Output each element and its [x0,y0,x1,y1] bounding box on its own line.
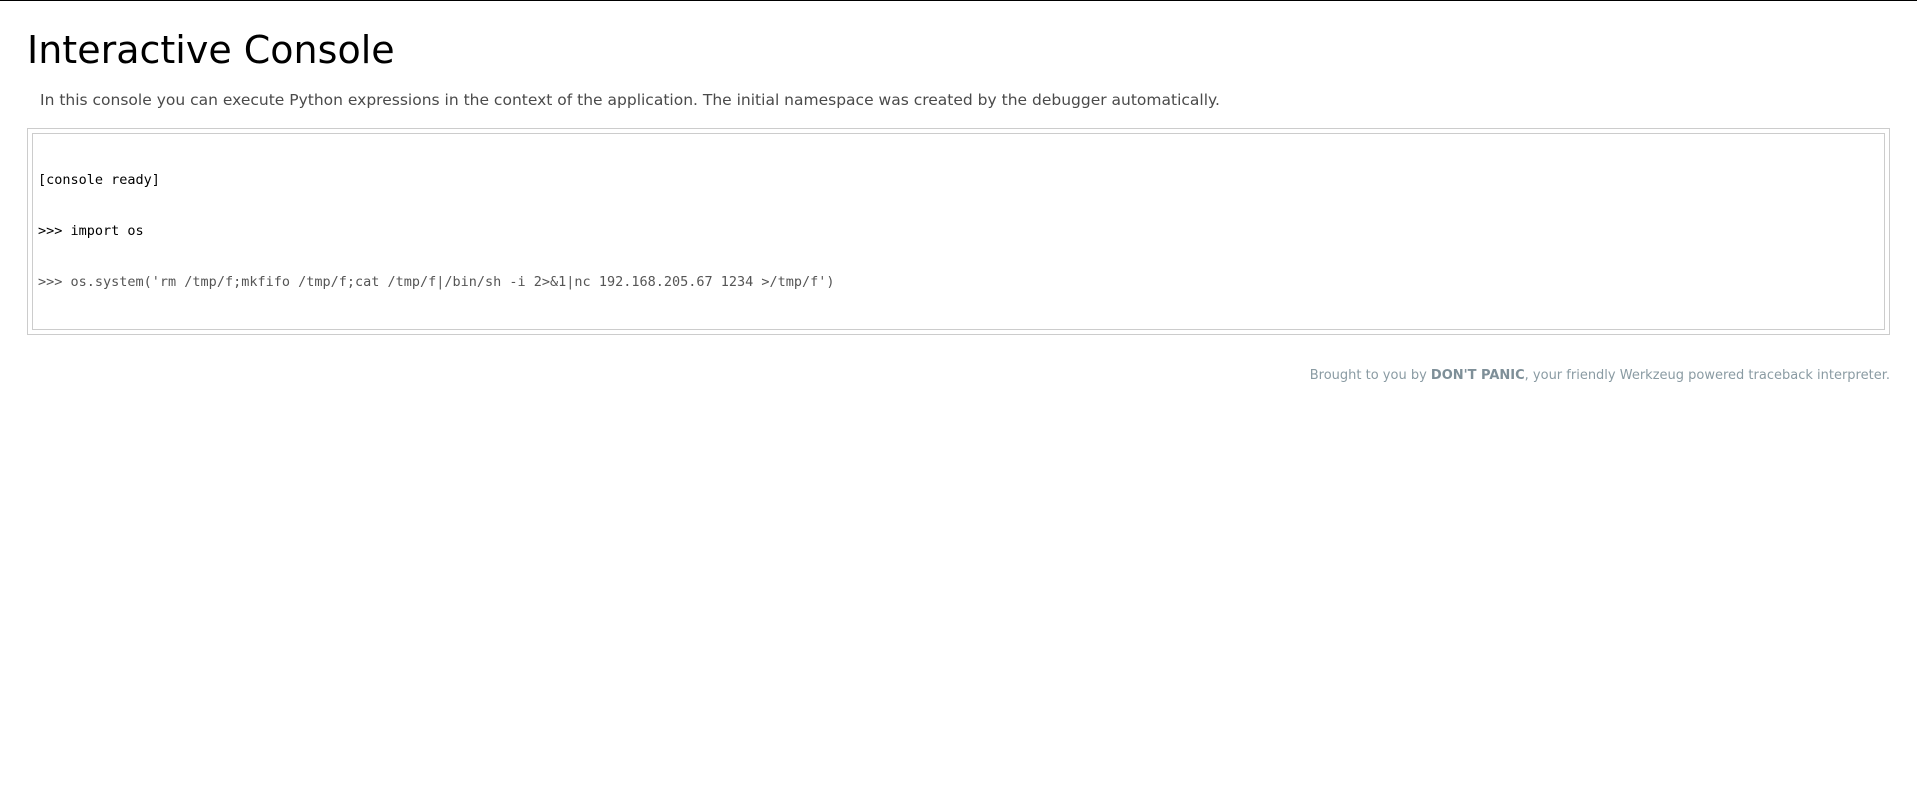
console-explanation: In this console you can execute Python e… [40,91,1220,109]
console-output-line: >>> import os [38,223,144,239]
console-input[interactable] [70,274,1879,291]
console-prompt: >>> [38,274,71,290]
debugger-page: Interactive Console In this console you … [27,1,1890,383]
footer: Brought to you by DON'T PANIC, your frie… [27,368,1890,383]
console-output[interactable]: [console ready] >>> import os >>> [32,133,1885,330]
footer-brand: DON'T PANIC [1430,368,1525,383]
page-title: Interactive Console [27,28,395,72]
console-input-line: >>> [38,274,1879,291]
footer-prefix: Brought to you by [1309,368,1431,383]
footer-suffix: , your friendly Werkzeug powered traceba… [1524,368,1890,383]
console-frame: [console ready] >>> import os >>> [27,128,1890,335]
console-output-line: [console ready] [38,172,160,188]
